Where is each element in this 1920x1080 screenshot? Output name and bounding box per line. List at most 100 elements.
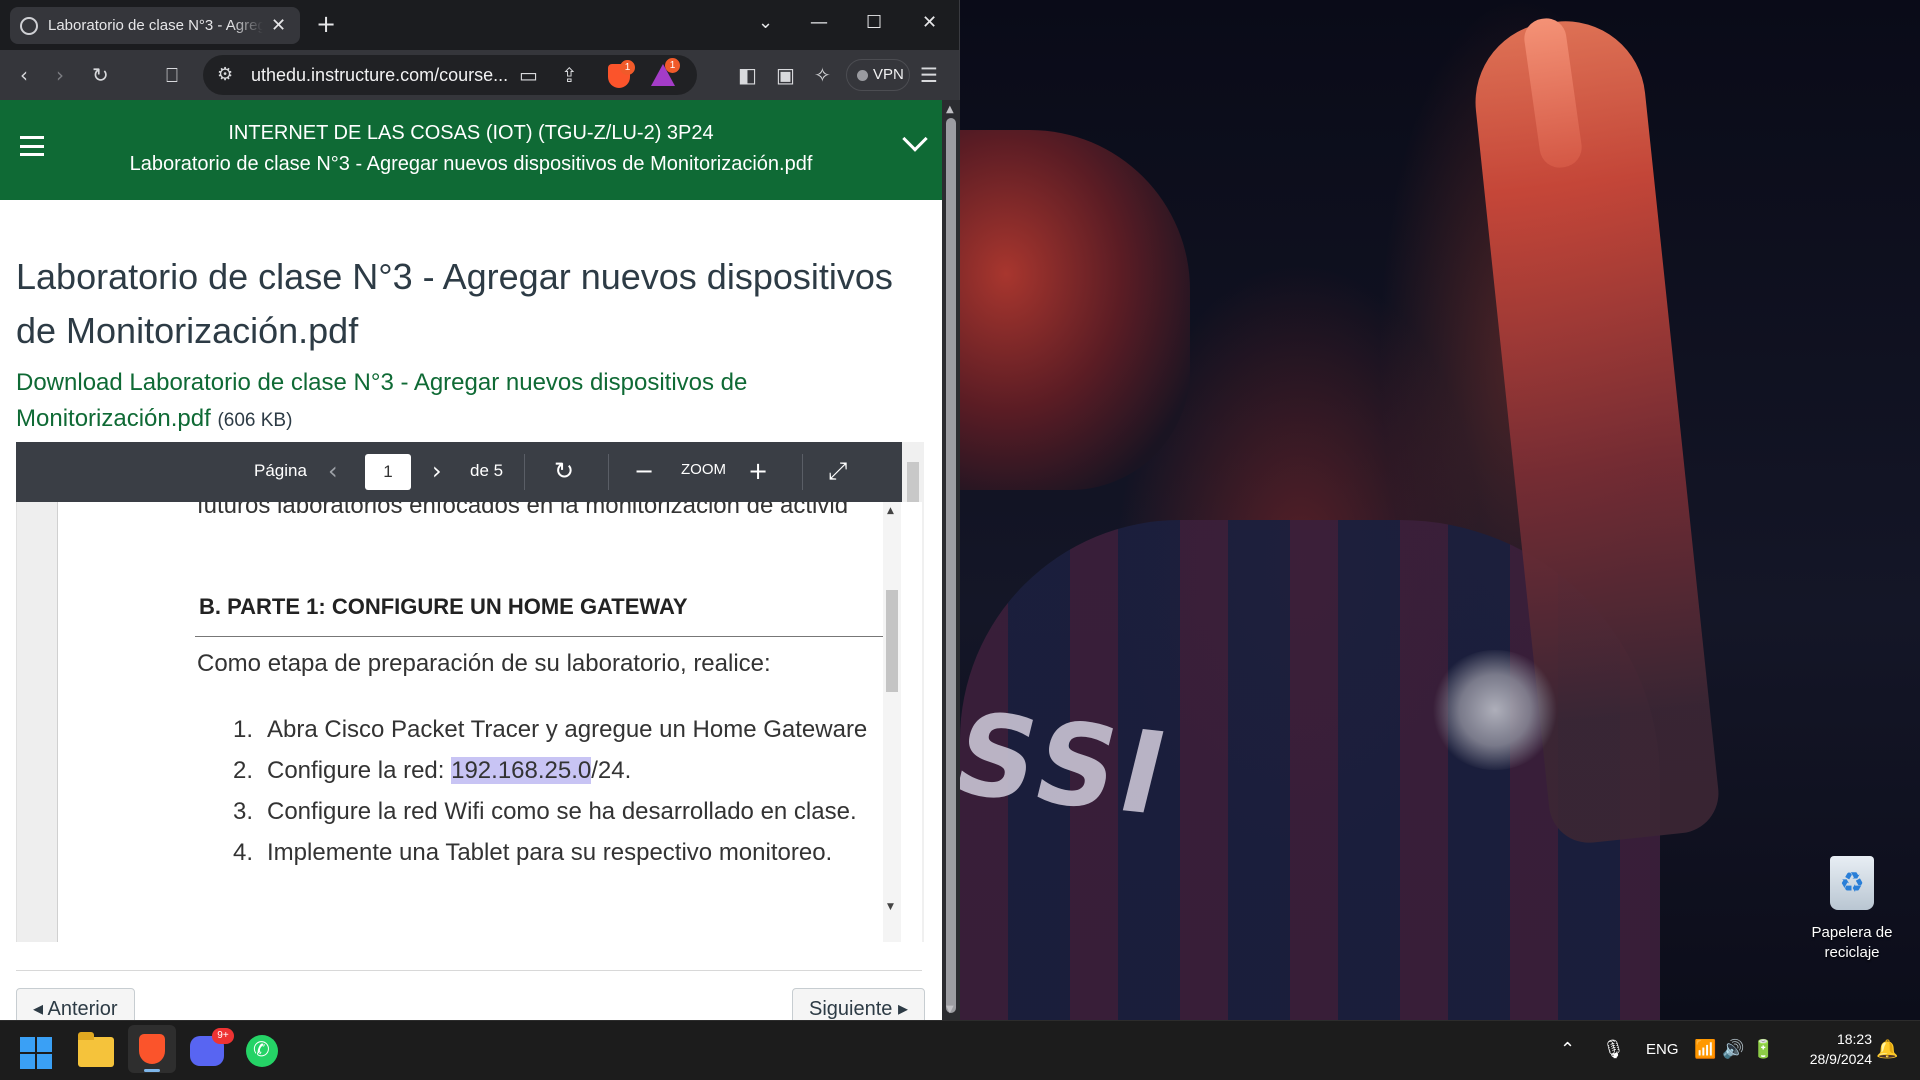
wallpaper-badge-logo bbox=[1430, 650, 1560, 770]
rewards-count-badge: 1 bbox=[665, 58, 680, 73]
page-label: Página bbox=[254, 461, 307, 480]
clock-date: 28/9/2024 bbox=[1809, 1051, 1872, 1067]
cast-icon[interactable]: ▭ bbox=[519, 63, 538, 87]
footer-divider bbox=[16, 970, 922, 971]
wallet-icon[interactable]: ▣ bbox=[776, 63, 795, 87]
canvas-favicon-icon bbox=[20, 16, 38, 35]
doc-section-heading: B. PARTE 1: CONFIGURE UN HOME GATEWAY bbox=[199, 594, 688, 619]
zoom-out-icon[interactable]: − bbox=[634, 457, 654, 485]
wallpaper-head bbox=[960, 130, 1190, 490]
doc-step-text: Abra Cisco Packet Tracer y agregue un Ho… bbox=[267, 716, 868, 743]
tab-title: Laboratorio de clase N°3 - Agregar nuevo… bbox=[48, 17, 263, 34]
forward-icon[interactable]: › bbox=[56, 63, 64, 87]
recycle-bin[interactable]: Papelera de reciclaje bbox=[1800, 856, 1904, 968]
browser-tab[interactable]: Laboratorio de clase N°3 - Agregar nuevo… bbox=[10, 7, 300, 44]
doc-step-number: 2. bbox=[233, 757, 254, 784]
doc-intro: Como etapa de preparación de su laborato… bbox=[197, 650, 771, 677]
notification-bell-icon[interactable]: 🔔 bbox=[1876, 1039, 1898, 1061]
volume-icon[interactable]: 🔊 bbox=[1722, 1039, 1744, 1061]
clock[interactable]: 18:23 28/9/2024 bbox=[1792, 1029, 1872, 1069]
pdf-left-margin bbox=[17, 502, 58, 942]
doc-step-number: 4. bbox=[233, 839, 254, 866]
brave-shields-icon[interactable]: 1 bbox=[608, 60, 635, 88]
site-info-icon[interactable]: ⚙ bbox=[217, 64, 233, 85]
scroll-up-icon[interactable]: ▲ bbox=[946, 104, 954, 115]
language-indicator[interactable]: ENG bbox=[1646, 1041, 1679, 1058]
doc-step-number: 3. bbox=[233, 798, 254, 825]
zoom-in-icon[interactable]: + bbox=[748, 457, 768, 485]
microphone-icon[interactable]: 🎙 bbox=[1602, 1039, 1625, 1061]
brave-lion-icon bbox=[139, 1034, 165, 1064]
previous-page-icon[interactable]: ‹ bbox=[328, 457, 338, 485]
page-scrollbar[interactable]: ▲ ▼ bbox=[942, 100, 960, 1020]
discord-icon[interactable]: 9+ bbox=[190, 1028, 234, 1066]
hamburger-menu-icon[interactable] bbox=[20, 136, 44, 156]
battery-icon[interactable]: 🔋 bbox=[1752, 1039, 1774, 1061]
vpn-button[interactable]: VPN bbox=[846, 59, 910, 91]
reload-icon[interactable]: ↻ bbox=[92, 63, 109, 87]
browser-toolbar: ‹ › ↻ ⎕ ⚙ uthedu.instructure.com/course.… bbox=[0, 50, 959, 100]
toolbar-divider bbox=[802, 454, 803, 490]
shield-count-badge: 1 bbox=[620, 60, 635, 75]
url-text[interactable]: uthedu.instructure.com/course... bbox=[251, 65, 511, 86]
maximize-icon[interactable]: ☐ bbox=[866, 12, 882, 33]
next-button[interactable]: Siguiente ▸ bbox=[792, 988, 925, 1020]
close-tab-icon[interactable]: ✕ bbox=[271, 15, 286, 36]
share-icon[interactable]: ⇪ bbox=[561, 63, 578, 87]
scroll-up-icon[interactable]: ▲ bbox=[887, 506, 894, 516]
chevron-down-icon[interactable] bbox=[902, 126, 928, 152]
doc-step-text: Configure la red: 192.168.25.0/24. bbox=[267, 757, 632, 784]
pdf-document-view[interactable]: futuros laboratorios enfocados en la mon… bbox=[16, 502, 922, 942]
new-tab-icon[interactable]: + bbox=[316, 10, 336, 38]
brave-browser-taskbar-icon[interactable] bbox=[128, 1025, 176, 1073]
show-hidden-icons-chevron-icon[interactable]: ⌃ bbox=[1560, 1039, 1575, 1061]
leo-ai-icon[interactable]: ✧ bbox=[814, 63, 831, 87]
header-file-name: Laboratorio de clase N°3 - Agregar nuevo… bbox=[129, 153, 813, 175]
doc-line-cut: futuros laboratorios enfocados en la mon… bbox=[197, 502, 849, 519]
file-explorer-icon[interactable] bbox=[78, 1032, 114, 1067]
course-header: INTERNET DE LAS COSAS (IOT) (TGU-Z/LU-2)… bbox=[0, 100, 942, 200]
toolbar-divider bbox=[524, 454, 525, 490]
next-page-icon[interactable]: › bbox=[432, 457, 442, 485]
bookmark-icon[interactable]: ⎕ bbox=[166, 63, 178, 87]
close-window-icon[interactable]: ✕ bbox=[922, 12, 937, 33]
toolbar-divider bbox=[608, 454, 609, 490]
scroll-down-icon[interactable]: ▼ bbox=[887, 902, 894, 912]
discord-notification-badge: 9+ bbox=[212, 1028, 234, 1044]
doc-step-text: Configure la red Wifi como se ha desarro… bbox=[267, 798, 857, 825]
address-bar[interactable]: ⚙ uthedu.instructure.com/course... ▭ ⇪ 1… bbox=[203, 55, 697, 95]
tab-search-chevron-icon[interactable]: ⌄ bbox=[758, 12, 773, 33]
rotate-icon[interactable]: ↻ bbox=[554, 457, 574, 485]
recycle-bin-icon bbox=[1830, 856, 1874, 910]
whatsapp-icon[interactable] bbox=[246, 1035, 278, 1067]
tab-bar: Laboratorio de clase N°3 - Agregar nuevo… bbox=[0, 0, 959, 50]
pdf-scrollbar[interactable]: ▲ ▼ bbox=[883, 502, 901, 942]
scroll-down-icon[interactable]: ▼ bbox=[946, 1004, 954, 1015]
menu-icon[interactable]: ☰ bbox=[920, 63, 938, 87]
browser-window: Laboratorio de clase N°3 - Agregar nuevo… bbox=[0, 0, 960, 1020]
taskbar: 9+ ⌃ 🎙 ENG 📶 🔊 🔋 18:23 28/9/2024 🔔 bbox=[0, 1020, 1920, 1080]
doc-heading-rule bbox=[195, 636, 885, 637]
page-scrollbar-thumb[interactable] bbox=[946, 118, 956, 1013]
page-total: de 5 bbox=[470, 461, 504, 480]
wifi-icon[interactable]: 📶 bbox=[1694, 1039, 1716, 1061]
windows-start-icon[interactable] bbox=[20, 1037, 52, 1069]
page-content: INTERNET DE LAS COSAS (IOT) (TGU-Z/LU-2)… bbox=[0, 100, 942, 1020]
page-number-input[interactable]: 1 bbox=[365, 454, 411, 490]
selected-text-highlight[interactable]: 192.168.25.0 bbox=[451, 757, 592, 784]
fullscreen-icon[interactable]: ⤢ bbox=[828, 457, 847, 485]
active-app-indicator bbox=[144, 1069, 160, 1072]
brave-rewards-icon[interactable]: 1 bbox=[651, 58, 680, 86]
download-link[interactable]: Download Laboratorio de clase N°3 - Agre… bbox=[16, 369, 747, 432]
course-name: INTERNET DE LAS COSAS (IOT) (TGU-Z/LU-2)… bbox=[228, 122, 714, 144]
pdf-toolbar: Página ‹ 1 › de 5 ↻ − ZOOM + ⤢ bbox=[16, 442, 902, 502]
pdf-scrollbar-thumb[interactable] bbox=[886, 590, 898, 692]
sidebar-icon[interactable]: ◧ bbox=[738, 63, 757, 87]
zoom-label: ZOOM bbox=[681, 461, 726, 478]
minimize-icon[interactable]: — bbox=[810, 12, 828, 33]
clock-time: 18:23 bbox=[1836, 1031, 1872, 1047]
back-icon[interactable]: ‹ bbox=[20, 63, 28, 87]
download-section: Download Laboratorio de clase N°3 - Agre… bbox=[16, 365, 916, 439]
doc-step-number: 1. bbox=[233, 716, 254, 743]
previous-button[interactable]: ◂ Anterior bbox=[16, 988, 135, 1020]
